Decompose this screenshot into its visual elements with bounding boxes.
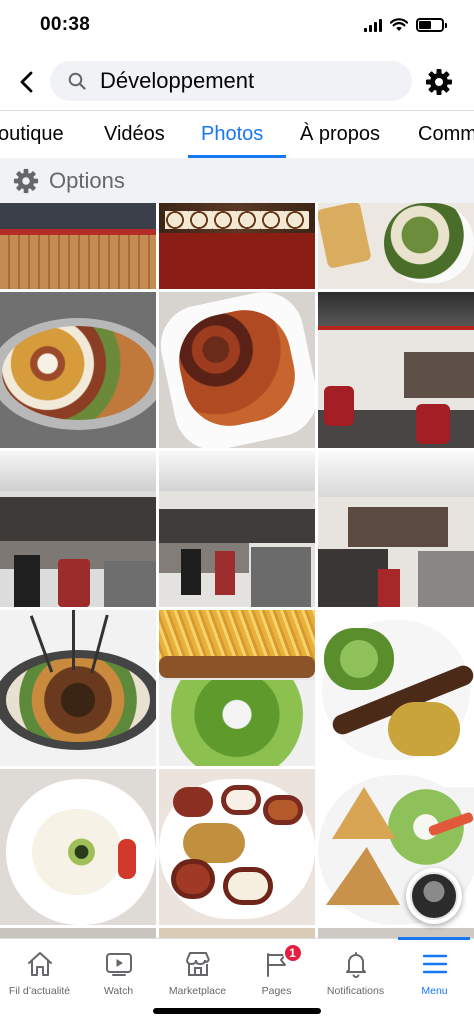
photo-thumbnail[interactable]: [0, 928, 156, 938]
tab-videos[interactable]: Vidéos: [104, 123, 165, 146]
avatar: [410, 872, 458, 920]
watch-icon: [105, 953, 132, 976]
settings-button[interactable]: [422, 65, 456, 99]
options-label: Options: [49, 167, 125, 193]
status-time: 00:38: [40, 14, 91, 35]
photo-thumbnail[interactable]: [159, 292, 315, 448]
photo-thumbnail[interactable]: [0, 769, 156, 925]
photo-grid: [0, 203, 474, 938]
nav-label: Fil d’actualité: [8, 985, 71, 997]
photo-thumbnail[interactable]: [318, 610, 474, 766]
tab-photos[interactable]: Photos: [201, 123, 263, 146]
gear-icon: [426, 69, 452, 95]
back-button[interactable]: [12, 66, 42, 98]
notification-badge: 1: [282, 943, 303, 963]
photo-thumbnail[interactable]: [318, 203, 474, 289]
wifi-icon: [390, 18, 408, 31]
page-tabs: outique Vidéos Photos À propos Comm: [0, 110, 474, 158]
nav-label: Watch: [103, 985, 134, 997]
nav-label: Notifications: [326, 985, 385, 997]
cellular-signal-icon: [364, 18, 382, 32]
gear-icon: [13, 168, 39, 193]
options-button[interactable]: Options: [0, 158, 474, 203]
home-indicator: [153, 1008, 321, 1014]
tab-boutique[interactable]: outique: [0, 123, 64, 146]
photo-thumbnail[interactable]: [0, 451, 156, 607]
nav-label: Menu: [421, 985, 448, 997]
status-bar: 00:38: [0, 0, 474, 54]
bell-icon: [345, 952, 366, 978]
status-icons: [364, 18, 447, 32]
photo-thumbnail[interactable]: [0, 610, 156, 766]
photo-thumbnail[interactable]: [159, 610, 315, 766]
photo-thumbnail[interactable]: [0, 203, 156, 289]
photo-thumbnail[interactable]: [159, 928, 315, 938]
nav-label: Marketplace: [168, 985, 227, 997]
search-icon: [68, 72, 86, 90]
nav-notifications[interactable]: Notifications: [316, 939, 395, 1003]
photo-thumbnail[interactable]: [318, 292, 474, 448]
nav-news-feed[interactable]: Fil d’actualité: [0, 939, 79, 1003]
marketplace-icon: [185, 952, 210, 976]
search-query-text: Développement: [100, 68, 255, 93]
tab-a-propos[interactable]: À propos: [300, 123, 380, 146]
nav-marketplace[interactable]: Marketplace: [158, 939, 237, 1003]
search-input[interactable]: Développement: [50, 61, 412, 101]
nav-label: Pages: [261, 985, 292, 997]
back-arrow-icon: [20, 71, 33, 93]
nav-watch[interactable]: Watch: [79, 939, 158, 1003]
nav-menu[interactable]: Menu: [395, 939, 474, 1003]
home-icon: [27, 952, 52, 976]
nav-pages[interactable]: 1 Pages: [237, 939, 316, 1003]
photo-thumbnail[interactable]: [159, 203, 315, 289]
photo-thumbnail[interactable]: [159, 769, 315, 925]
chat-head-avatar[interactable]: [406, 868, 462, 924]
menu-icon: [422, 954, 447, 974]
battery-icon: [416, 18, 447, 32]
tab-communaute[interactable]: Comm: [418, 123, 474, 146]
top-header: Développement: [0, 58, 474, 106]
photo-thumbnail[interactable]: [318, 451, 474, 607]
photo-thumbnail[interactable]: [0, 292, 156, 448]
photo-thumbnail[interactable]: [159, 451, 315, 607]
